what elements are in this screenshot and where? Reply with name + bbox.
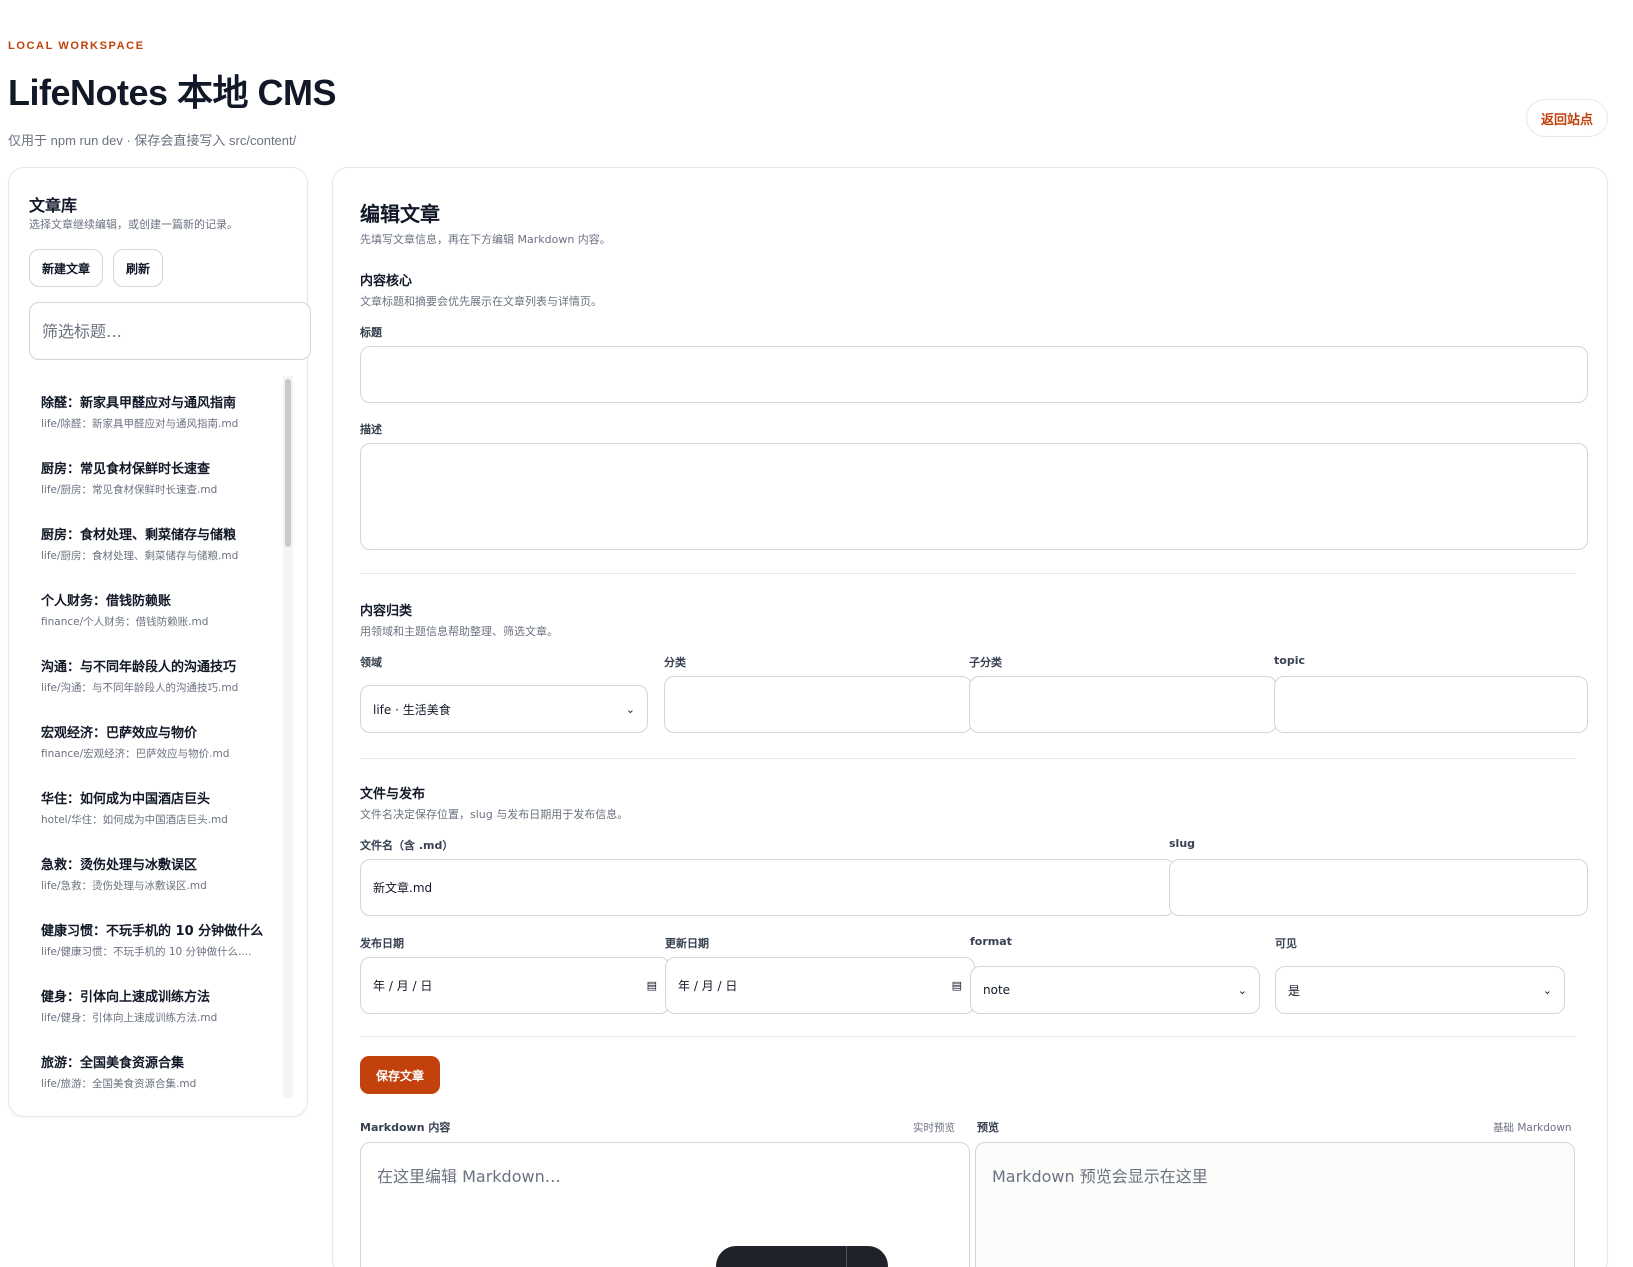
visible-label: 可见 bbox=[1275, 937, 1297, 950]
list-item[interactable]: 旅游：全国美食资源合集 life/旅游：全国美食资源合集.md bbox=[29, 1036, 291, 1098]
item-title: 健身：引体向上速成训练方法 bbox=[41, 990, 211, 1005]
format-select[interactable]: note ⌄ bbox=[970, 966, 1260, 1014]
update-date-value: 年 / 月 / 日 bbox=[678, 979, 738, 993]
publish-date-label: 发布日期 bbox=[360, 937, 404, 950]
publish-date-value: 年 / 月 / 日 bbox=[373, 979, 433, 993]
list-item[interactable]: 健康习惯：不玩手机的 10 分钟做什么 life/健康习惯：不玩手机的 10 分钟… bbox=[29, 904, 291, 970]
domain-select[interactable]: life · 生活美食 ⌄ bbox=[360, 685, 648, 733]
category-section-title: 内容归类 bbox=[360, 604, 413, 619]
item-path: finance/个人财务：借钱防赖账.md bbox=[41, 616, 209, 628]
item-path: finance/宏观经济：巴萨效应与物价.md bbox=[41, 748, 230, 760]
list-item[interactable]: 宏观经济：巴萨效应与物价 finance/宏观经济：巴萨效应与物价.md bbox=[29, 706, 291, 772]
update-date-input[interactable]: 年 / 月 / 日 ▤ bbox=[665, 957, 975, 1014]
publish-section-title: 文件与发布 bbox=[360, 787, 426, 802]
preview-label: 预览 bbox=[977, 1121, 999, 1134]
slug-label: slug bbox=[1169, 837, 1196, 850]
core-section-title: 内容核心 bbox=[360, 274, 413, 289]
list-item[interactable]: 除醛：新家具甲醛应对与通风指南 life/除醛：新家具甲醛应对与通风指南.md bbox=[29, 376, 291, 442]
article-library-panel: 文章库 选择文章继续编辑，或创建一篇新的记录。 新建文章 刷新 除醛：新家具甲醛… bbox=[8, 167, 311, 1117]
item-path: life/旅游：全国美食资源合集.md bbox=[41, 1078, 197, 1090]
item-path: hotel/华住：如何成为中国酒店巨头.md bbox=[41, 814, 228, 826]
section-divider bbox=[360, 1036, 1576, 1037]
basic-markdown-note: 基础 Markdown bbox=[1493, 1122, 1572, 1134]
item-path: life/沟通：与不同年龄段人的沟通技巧.md bbox=[41, 682, 239, 694]
filename-input[interactable] bbox=[360, 859, 1175, 916]
list-item[interactable]: 健身：引体向上速成训练方法 life/健身：引体向上速成训练方法.md bbox=[29, 970, 291, 1036]
description-textarea[interactable] bbox=[360, 443, 1588, 550]
markdown-preview: Markdown 预览会显示在这里 bbox=[975, 1142, 1575, 1267]
format-label: format bbox=[970, 935, 1012, 948]
library-title: 文章库 bbox=[29, 196, 78, 215]
subcategory-input[interactable] bbox=[969, 676, 1277, 733]
page-title: LifeNotes 本地 CMS bbox=[8, 72, 337, 113]
chevron-down-icon: ⌄ bbox=[1237, 983, 1247, 997]
item-title: 华住：如何成为中国酒店巨头 bbox=[41, 792, 211, 807]
chevron-down-icon: ⌄ bbox=[1542, 983, 1552, 997]
item-path: life/厨房：常见食材保鲜时长速查.md bbox=[41, 484, 218, 496]
live-preview-note: 实时预览 bbox=[913, 1122, 955, 1134]
filename-label: 文件名（含 .md） bbox=[360, 839, 454, 852]
item-path: life/健身：引体向上速成训练方法.md bbox=[41, 1012, 218, 1024]
chevron-down-icon: ⌄ bbox=[625, 702, 635, 716]
page-header: LOCAL WORKSPACE LifeNotes 本地 CMS 仅用于 npm… bbox=[8, 40, 337, 149]
slug-input[interactable] bbox=[1169, 859, 1588, 916]
library-description: 选择文章继续编辑，或创建一篇新的记录。 bbox=[29, 218, 238, 231]
item-title: 旅游：全国美食资源合集 bbox=[41, 1056, 185, 1071]
item-title: 厨房：常见食材保鲜时长速查 bbox=[41, 462, 211, 477]
category-label: 分类 bbox=[664, 656, 686, 669]
format-select-value: note bbox=[983, 983, 1011, 997]
markdown-label: Markdown 内容 bbox=[360, 1121, 451, 1134]
item-title: 沟通：与不同年龄段人的沟通技巧 bbox=[41, 660, 237, 675]
editor-title: 编辑文章 bbox=[360, 202, 440, 226]
calendar-icon[interactable]: ▤ bbox=[647, 979, 657, 992]
filter-title-input[interactable] bbox=[29, 302, 311, 360]
item-title: 健康习惯：不玩手机的 10 分钟做什么 bbox=[41, 924, 264, 939]
item-title: 个人财务：借钱防赖账 bbox=[41, 594, 172, 609]
section-divider bbox=[360, 758, 1576, 759]
list-item[interactable]: 厨房：常见食材保鲜时长速查 life/厨房：常见食材保鲜时长速查.md bbox=[29, 442, 291, 508]
item-title: 除醛：新家具甲醛应对与通风指南 bbox=[41, 396, 237, 411]
visible-select-value: 是 bbox=[1288, 983, 1301, 998]
item-path: life/急救：烫伤处理与冰敷误区.md bbox=[41, 880, 207, 892]
publish-section-desc: 文件名决定保存位置，slug 与发布日期用于发布信息。 bbox=[360, 808, 629, 821]
item-title: 宏观经济：巴萨效应与物价 bbox=[41, 726, 198, 741]
item-title: 厨房：食材处理、剩菜储存与储粮 bbox=[41, 528, 237, 543]
topic-label: topic bbox=[1274, 654, 1305, 667]
item-path: life/除醛：新家具甲醛应对与通风指南.md bbox=[41, 418, 239, 430]
list-item[interactable]: 华住：如何成为中国酒店巨头 hotel/华住：如何成为中国酒店巨头.md bbox=[29, 772, 291, 838]
floating-toolbar[interactable] bbox=[716, 1246, 888, 1267]
item-path: life/厨房：食材处理、剩菜储存与储粮.md bbox=[41, 550, 239, 562]
visible-select[interactable]: 是 ⌄ bbox=[1275, 966, 1565, 1014]
back-to-site-button[interactable]: 返回站点 bbox=[1526, 99, 1608, 137]
description-label: 描述 bbox=[360, 423, 382, 436]
list-item[interactable]: 厨房：食材处理、剩菜储存与储粮 life/厨房：食材处理、剩菜储存与储粮.md bbox=[29, 508, 291, 574]
core-section-desc: 文章标题和摘要会优先展示在文章列表与详情页。 bbox=[360, 295, 602, 308]
category-section-desc: 用领域和主题信息帮助整理、筛选文章。 bbox=[360, 625, 558, 638]
update-date-label: 更新日期 bbox=[665, 937, 709, 950]
section-divider bbox=[360, 573, 1576, 574]
domain-select-value: life · 生活美食 bbox=[373, 702, 451, 717]
category-input[interactable] bbox=[664, 676, 972, 733]
workspace-eyebrow: LOCAL WORKSPACE bbox=[8, 40, 145, 52]
list-item[interactable]: 个人财务：借钱防赖账 finance/个人财务：借钱防赖账.md bbox=[29, 574, 291, 640]
page-subtitle: 仅用于 npm run dev · 保存会直接写入 src/content/ bbox=[8, 133, 297, 148]
list-scrollbar-thumb[interactable] bbox=[285, 379, 291, 547]
refresh-button[interactable]: 刷新 bbox=[113, 249, 164, 287]
title-input[interactable] bbox=[360, 346, 1588, 403]
article-list: 除醛：新家具甲醛应对与通风指南 life/除醛：新家具甲醛应对与通风指南.md 厨… bbox=[29, 376, 291, 1098]
topic-input[interactable] bbox=[1274, 676, 1588, 733]
toolbar-divider bbox=[846, 1246, 847, 1267]
title-label: 标题 bbox=[360, 326, 382, 339]
save-article-button[interactable]: 保存文章 bbox=[360, 1056, 440, 1094]
item-title: 急救：烫伤处理与冰敷误区 bbox=[41, 858, 198, 873]
subcategory-label: 子分类 bbox=[969, 656, 1002, 669]
editor-description: 先填写文章信息，再在下方编辑 Markdown 内容。 bbox=[360, 233, 611, 246]
list-item[interactable]: 沟通：与不同年龄段人的沟通技巧 life/沟通：与不同年龄段人的沟通技巧.md bbox=[29, 640, 291, 706]
list-item[interactable]: 急救：烫伤处理与冰敷误区 life/急救：烫伤处理与冰敷误区.md bbox=[29, 838, 291, 904]
calendar-icon[interactable]: ▤ bbox=[952, 979, 962, 992]
domain-label: 领域 bbox=[360, 656, 382, 669]
item-path: life/健康习惯：不玩手机的 10 分钟做什么.... bbox=[41, 946, 252, 958]
publish-date-input[interactable]: 年 / 月 / 日 ▤ bbox=[360, 957, 670, 1014]
new-article-button[interactable]: 新建文章 bbox=[29, 249, 104, 287]
